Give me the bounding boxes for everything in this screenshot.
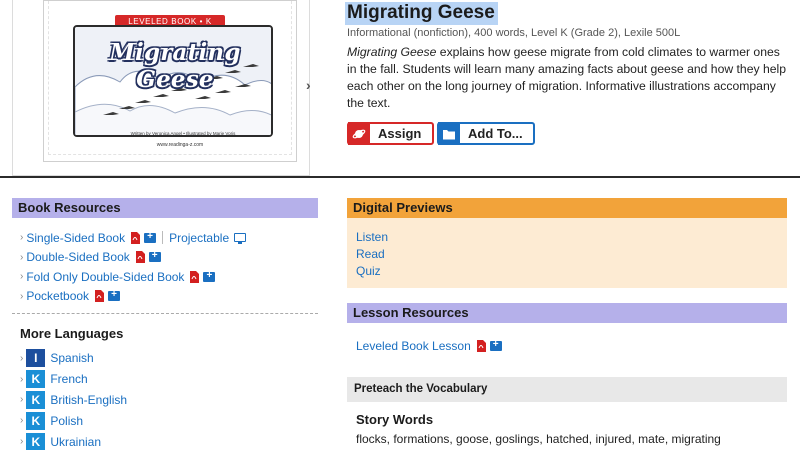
- divider: [162, 231, 164, 245]
- cover-panel: LEVELED BOOK • K Migrating Geese Written…: [12, 0, 311, 176]
- book-description: Migrating Geese explains how geese migra…: [347, 44, 787, 112]
- pdf-icon[interactable]: [130, 231, 141, 244]
- list-item: › K French: [20, 369, 300, 390]
- language-link-ukrainian[interactable]: Ukrainian: [50, 435, 101, 449]
- bullet-icon: ›: [20, 436, 24, 448]
- language-link-british-english[interactable]: British-English: [50, 393, 127, 407]
- bullet-icon: ›: [20, 394, 24, 406]
- bullet-icon: ›: [20, 415, 24, 427]
- dashed-divider: [12, 313, 318, 314]
- title-row: Migrating Geese: [345, 2, 498, 25]
- double-sided-book-link[interactable]: Double-Sided Book: [26, 250, 129, 264]
- more-languages-heading: More Languages: [20, 326, 124, 341]
- cover-credits: Written by Veronica Angel • Illustrated …: [130, 131, 236, 136]
- list-item: › K British-English: [20, 390, 300, 411]
- level-badge: K: [26, 411, 46, 430]
- quiz-link[interactable]: Quiz: [356, 263, 388, 280]
- pdf-icon[interactable]: [189, 270, 200, 283]
- assign-button[interactable]: Assign: [347, 122, 434, 145]
- read-link[interactable]: Read: [356, 245, 388, 262]
- list-item: › K Ukrainian: [20, 431, 300, 450]
- cover-illustration: Migrating Geese: [73, 25, 273, 137]
- projectable-link[interactable]: Projectable: [169, 231, 229, 245]
- level-badge: K: [26, 390, 46, 409]
- fold-only-book-link[interactable]: Fold Only Double-Sided Book: [26, 270, 184, 284]
- folder-add-icon[interactable]: [489, 339, 502, 351]
- lesson-resources-heading: Lesson Resources: [347, 303, 787, 323]
- leveled-book-lesson-link[interactable]: Leveled Book Lesson: [356, 339, 471, 353]
- book-meta: Informational (nonfiction), 400 words, L…: [347, 27, 681, 39]
- chevron-right-icon[interactable]: ›: [306, 77, 320, 93]
- folder-icon: [438, 122, 460, 145]
- cover-url: www.readinga-z.com: [156, 142, 204, 148]
- pdf-icon[interactable]: [476, 340, 486, 352]
- bullet-icon: ›: [20, 352, 24, 364]
- list-item: › I Spanish: [20, 348, 300, 369]
- language-link-polish[interactable]: Polish: [50, 414, 83, 428]
- book-resources-list: › Single-Sided Book Projectable › Double…: [20, 228, 320, 306]
- single-sided-book-link[interactable]: Single-Sided Book: [26, 231, 125, 245]
- bullet-icon: ›: [20, 251, 24, 263]
- assign-label: Assign: [378, 126, 422, 141]
- bullet-icon: ›: [20, 373, 24, 385]
- listen-link[interactable]: Listen: [356, 228, 388, 245]
- list-item: › K Polish: [20, 410, 300, 431]
- add-to-button[interactable]: Add To...: [437, 122, 535, 145]
- description-title: Migrating Geese: [347, 45, 437, 59]
- book-resources-heading: Book Resources: [12, 198, 318, 218]
- preteach-heading: Preteach the Vocabulary: [347, 377, 787, 402]
- pocketbook-link[interactable]: Pocketbook: [26, 289, 89, 303]
- level-badge: K: [26, 370, 46, 389]
- projector-icon[interactable]: [234, 233, 247, 245]
- story-words-list: flocks, formations, goose, goslings, hat…: [356, 432, 721, 446]
- cover-page: LEVELED BOOK • K Migrating Geese Written…: [48, 1, 292, 155]
- bullet-icon: ›: [20, 271, 24, 283]
- list-item: › Fold Only Double-Sided Book: [20, 267, 320, 287]
- list-item: › Single-Sided Book Projectable: [20, 228, 320, 248]
- add-to-label: Add To...: [468, 126, 523, 141]
- digital-previews-list: Listen Read Quiz: [356, 228, 388, 280]
- level-badge: K: [26, 432, 46, 450]
- language-link-spanish[interactable]: Spanish: [50, 351, 93, 365]
- list-item: › Double-Sided Book: [20, 248, 320, 268]
- book-title: Migrating Geese: [345, 2, 498, 25]
- folder-add-icon[interactable]: [148, 250, 161, 263]
- section-divider: [0, 176, 800, 178]
- digital-previews-panel: [347, 218, 787, 288]
- story-words-heading: Story Words: [356, 412, 434, 427]
- digital-previews-heading: Digital Previews: [347, 198, 787, 218]
- bullet-icon: ›: [20, 232, 24, 244]
- folder-add-icon[interactable]: [144, 231, 157, 243]
- bullet-icon: ›: [20, 290, 24, 302]
- pdf-icon[interactable]: [94, 290, 105, 303]
- planet-icon: [348, 122, 370, 145]
- level-badge: I: [26, 349, 46, 368]
- language-link-french[interactable]: French: [50, 372, 87, 386]
- cover-title: Migrating Geese: [109, 39, 241, 93]
- list-item: › Pocketbook: [20, 287, 320, 307]
- pdf-icon[interactable]: [135, 251, 145, 264]
- folder-add-icon[interactable]: [108, 289, 121, 302]
- languages-list: › I Spanish › K French › K British-Engli…: [20, 348, 300, 450]
- list-item: Leveled Book Lesson: [356, 339, 502, 353]
- folder-add-icon[interactable]: [203, 270, 216, 282]
- book-cover[interactable]: LEVELED BOOK • K Migrating Geese Written…: [43, 0, 297, 162]
